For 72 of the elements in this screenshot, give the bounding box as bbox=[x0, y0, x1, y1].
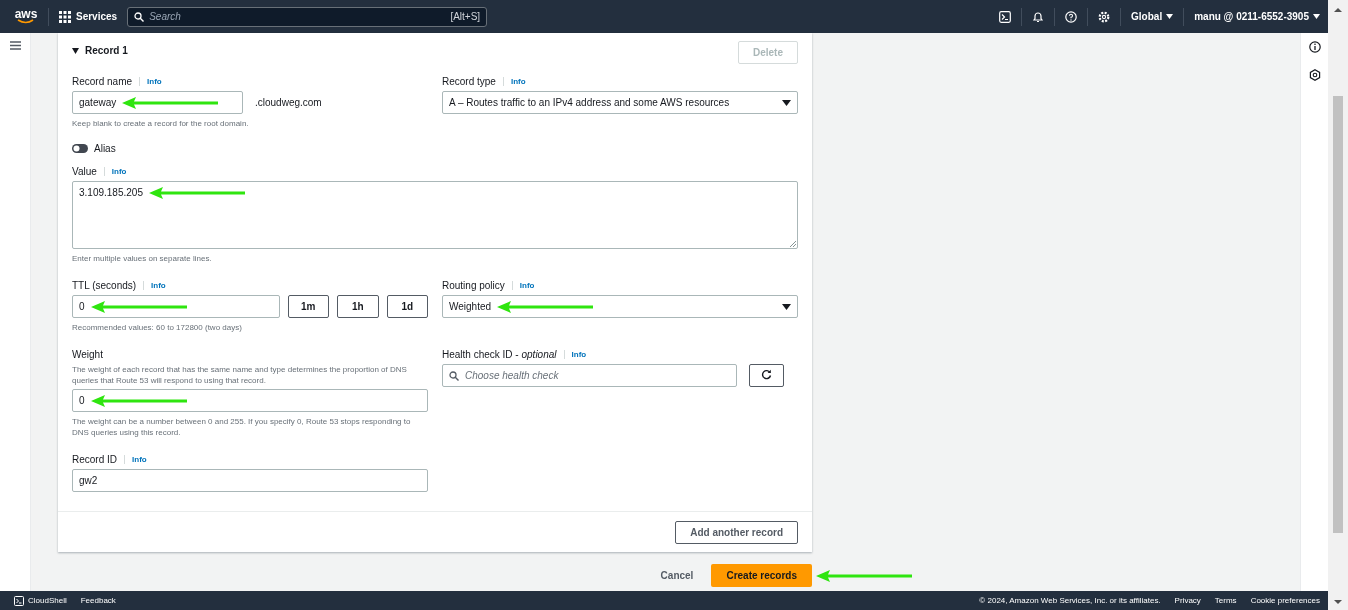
settings-icon[interactable] bbox=[1098, 10, 1111, 23]
value-textarea[interactable]: 3.109.185.205 bbox=[72, 181, 798, 249]
feedback-link[interactable]: Feedback bbox=[80, 596, 116, 605]
alias-label: Alias bbox=[94, 143, 116, 154]
field-label: Record type bbox=[442, 75, 496, 87]
field-description: The weight of each record that has the same name and type determines the proportion of DNS queries that Route 53 will respond to using that record. bbox=[72, 364, 408, 386]
footer-link[interactable]: Terms bbox=[1214, 596, 1237, 605]
cancel-button[interactable]: Cancel bbox=[654, 570, 700, 581]
scrollbar[interactable] bbox=[1328, 0, 1348, 610]
shortcut-hint: [Alt+S] bbox=[450, 11, 481, 22]
footer-link[interactable]: Privacy bbox=[1174, 596, 1201, 605]
create-records-button[interactable]: Create records bbox=[711, 564, 812, 587]
footer-link[interactable]: Cookie preferences bbox=[1250, 596, 1320, 605]
routing-policy-select[interactable]: Weighted bbox=[442, 295, 798, 318]
field-label: TTL (seconds) bbox=[72, 279, 137, 291]
field-label: Record name bbox=[72, 75, 133, 87]
ttl-preset-button[interactable]: 1d bbox=[386, 295, 428, 318]
info-link[interactable]: Info bbox=[502, 76, 526, 86]
weight-field[interactable]: 0 bbox=[72, 389, 428, 412]
aws-logo[interactable]: aws bbox=[14, 9, 38, 24]
refresh-button[interactable] bbox=[749, 364, 784, 387]
info-link[interactable]: Info bbox=[124, 454, 147, 464]
field-label: Record ID bbox=[72, 453, 117, 465]
bell-icon[interactable] bbox=[1032, 10, 1045, 23]
terminal-icon bbox=[14, 595, 24, 606]
scroll-down-icon[interactable] bbox=[1334, 598, 1342, 606]
search-field[interactable]: Search [Alt+S] bbox=[127, 6, 488, 27]
field-label: Routing policy bbox=[442, 279, 505, 291]
resize-grip-icon[interactable] bbox=[789, 240, 796, 247]
services-menu[interactable]: Services bbox=[59, 10, 118, 23]
info-icon[interactable] bbox=[1308, 41, 1321, 53]
alias-toggle[interactable] bbox=[72, 144, 88, 153]
ttl-preset-button[interactable]: 1h bbox=[337, 295, 379, 318]
region-menu[interactable]: Global bbox=[1131, 11, 1174, 22]
field-hint: Enter multiple values on separate lines. bbox=[72, 253, 213, 264]
record-id-field[interactable]: gw2 bbox=[72, 469, 428, 492]
field-label: Weight bbox=[72, 348, 103, 360]
domain-suffix: .cloudweg.com bbox=[255, 97, 322, 108]
search-icon bbox=[134, 11, 145, 22]
field-hint: Recommended values: 60 to 172800 (two days) bbox=[72, 322, 243, 333]
info-link[interactable]: Info bbox=[563, 349, 587, 359]
search-icon bbox=[449, 370, 459, 381]
ttl-preset-button[interactable]: 1m bbox=[287, 295, 329, 318]
cloudshell-button[interactable]: CloudShell bbox=[14, 595, 67, 606]
field-hint: Keep blank to create a record for the root domain. bbox=[72, 118, 250, 129]
help-icon[interactable] bbox=[1065, 10, 1078, 23]
account-menu[interactable]: manu @ 0211-6552-3905 bbox=[1194, 11, 1320, 22]
field-hint: The weight can be a number between 0 and 255. If you specify 0, Route 53 stops responding to DNS queries using this record. bbox=[72, 416, 412, 438]
copyright-text: © 2024, Amazon Web Services, Inc. or its affiliates. bbox=[979, 596, 1161, 605]
field-label: Health check ID - optional bbox=[442, 348, 557, 360]
record-toggle[interactable]: Record 1 bbox=[72, 41, 128, 56]
caret-icon bbox=[1166, 14, 1174, 19]
caret-icon bbox=[1313, 14, 1320, 19]
add-record-button[interactable]: Add another record bbox=[675, 520, 798, 544]
record-type-select[interactable]: A – Routes traffic to an IPv4 address and some AWS resources bbox=[442, 91, 798, 114]
scroll-up-icon[interactable] bbox=[1334, 6, 1342, 14]
info-link[interactable]: Info bbox=[103, 166, 127, 176]
health-check-search-field[interactable]: Choose health check bbox=[442, 364, 737, 387]
ttl-field[interactable]: 0 bbox=[72, 295, 280, 318]
menu-icon[interactable] bbox=[9, 41, 21, 50]
field-label: Value bbox=[72, 165, 97, 177]
refresh-icon bbox=[761, 369, 772, 380]
caret-icon bbox=[72, 47, 79, 54]
terminal-icon[interactable] bbox=[999, 10, 1012, 23]
caret-icon bbox=[782, 99, 791, 106]
hexagon-icon[interactable] bbox=[1308, 69, 1321, 81]
grid-icon bbox=[59, 10, 71, 23]
info-link[interactable]: Info bbox=[143, 280, 166, 290]
info-link[interactable]: Info bbox=[139, 76, 162, 86]
record-name-field[interactable]: gateway bbox=[72, 91, 243, 114]
info-link[interactable]: Info bbox=[511, 280, 535, 290]
caret-icon bbox=[782, 303, 791, 310]
